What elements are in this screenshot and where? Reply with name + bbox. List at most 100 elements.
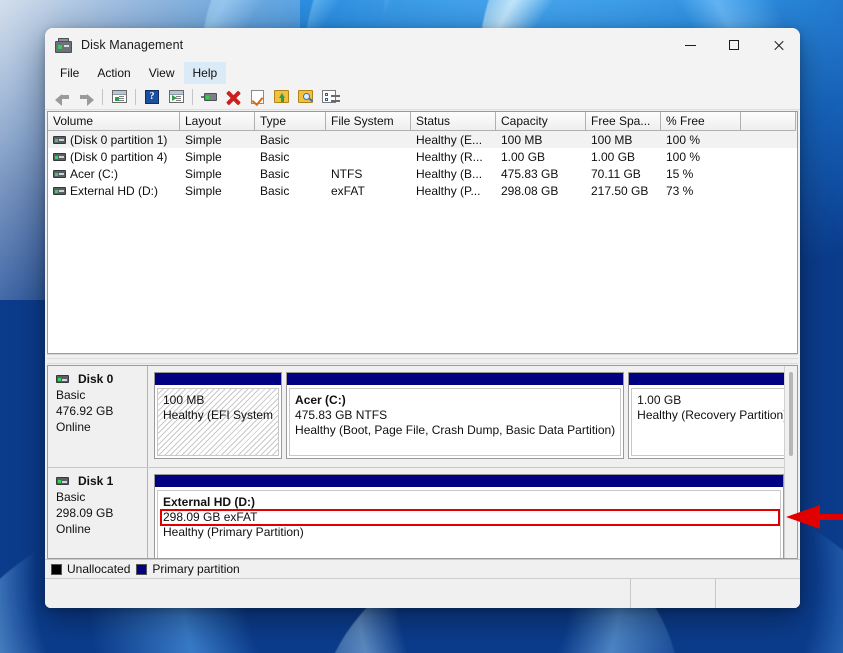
table-row[interactable]: External HD (D:) Simple Basic exFAT Healthy …	[48, 182, 797, 199]
partition-block[interactable]: 1.00 GB Healthy (Recovery Partition)	[628, 372, 784, 460]
window-controls	[668, 28, 800, 62]
legend-swatch	[51, 563, 62, 575]
menu-action[interactable]: Action	[88, 62, 139, 84]
partition-block[interactable]: 100 MB Healthy (EFI System	[154, 372, 283, 460]
forward-button[interactable]	[75, 86, 97, 107]
search-folder-icon	[297, 90, 313, 103]
help-icon: ?	[145, 89, 159, 104]
volume-label: (Disk 0 partition 4)	[70, 149, 168, 164]
back-arrow-icon	[54, 90, 70, 106]
cell-type: Basic	[260, 183, 290, 198]
volume-icon	[53, 152, 66, 161]
cell-type: Basic	[260, 132, 290, 147]
table-row[interactable]: (Disk 0 partition 1) Simple Basic Healthy (…	[48, 131, 797, 148]
volume-table-body: (Disk 0 partition 1) Simple Basic Healthy (…	[48, 131, 797, 353]
title-bar: Disk Management	[45, 28, 800, 62]
check-icon	[250, 89, 264, 104]
cell-status: Healthy (R...	[416, 149, 483, 164]
column-header-layout[interactable]: Layout	[180, 112, 255, 131]
menu-view[interactable]: View	[140, 62, 184, 84]
cell-layout: Simple	[185, 149, 222, 164]
cell-percent_free: 100 %	[666, 132, 701, 147]
pane-splitter[interactable]	[47, 354, 798, 366]
graphical-view-pane: Disk 0 Basic 476.92 GB Online 100 MB Healthy …	[47, 365, 798, 559]
check-button[interactable]	[246, 86, 268, 107]
disk-name: Disk 1	[78, 474, 114, 489]
scrollbar-thumb[interactable]	[789, 372, 793, 457]
window-title: Disk Management	[81, 38, 184, 52]
cell-capacity: 475.83 GB	[501, 166, 559, 181]
column-header-file-system[interactable]: File System	[326, 112, 411, 131]
disk-kind: Basic	[56, 490, 86, 505]
status-bar	[45, 578, 800, 608]
list-view-icon	[322, 90, 340, 103]
column-header-volume[interactable]: Volume	[48, 112, 180, 131]
menu-help[interactable]: Help	[183, 62, 227, 84]
partition-details: 1.00 GB Healthy (Recovery Partition)	[631, 388, 784, 457]
cell-file_system: exFAT	[331, 183, 365, 198]
column-header-free-spa[interactable]: Free Spa...	[586, 112, 661, 131]
cell-capacity: 1.00 GB	[501, 149, 546, 164]
maximize-button[interactable]	[712, 28, 756, 62]
table-row[interactable]: (Disk 0 partition 4) Simple Basic Healthy (…	[48, 148, 797, 165]
cell-percent_free: 100 %	[666, 149, 701, 164]
toolbar: ?	[45, 84, 800, 110]
console-tree-button[interactable]	[165, 86, 187, 107]
legend-label: Primary partition	[152, 562, 240, 576]
partition-color-bar	[155, 475, 783, 489]
cell-layout: Simple	[185, 183, 222, 198]
disk-state: Online	[56, 420, 91, 435]
status-bar-cell	[715, 579, 800, 608]
cell-free_space: 217.50 GB	[591, 183, 649, 198]
partition-size-filesystem: 1.00 GB	[637, 393, 682, 408]
volume-table-header: Volume Layout Type File System Status Capacit…	[48, 112, 797, 131]
partition-block[interactable]: Acer (C:) 475.83 GB NTFS Healthy (Boot, Pa…	[286, 372, 625, 460]
partitions-container: External HD (D:) 298.09 GB exFAT Healthy (…	[148, 468, 784, 558]
column-header-capacity[interactable]: Capacity	[496, 112, 586, 131]
disk-properties-icon	[200, 91, 218, 103]
partition-label: External HD (D:)	[163, 495, 256, 510]
disk-properties-button[interactable]	[198, 86, 220, 107]
partition-color-bar	[155, 373, 282, 387]
volume-icon	[53, 169, 66, 178]
disk-info-panel[interactable]: Disk 0 Basic 476.92 GB Online	[48, 366, 148, 468]
column-header-blank[interactable]	[741, 112, 796, 131]
partitions-container: 100 MB Healthy (EFI System Acer (C:) 475.83…	[148, 366, 784, 467]
close-button[interactable]	[756, 28, 800, 62]
partition-label: Acer (C:)	[295, 393, 346, 408]
cell-free_space: 100 MB	[591, 132, 633, 147]
graphical-view-scrollbar[interactable]	[784, 366, 797, 558]
help-button[interactable]: ?	[141, 86, 163, 107]
disk-management-icon	[55, 37, 72, 53]
table-row[interactable]: Acer (C:) Simple Basic NTFS Healthy (B... 475…	[48, 165, 797, 182]
partition-block[interactable]: External HD (D:) 298.09 GB exFAT Healthy (…	[154, 474, 784, 558]
partition-size-filesystem: 100 MB	[163, 393, 205, 408]
menu-bar: File Action View Help	[45, 62, 800, 84]
disk-size: 298.09 GB	[56, 506, 114, 521]
open-folder-button[interactable]	[270, 86, 292, 107]
back-button[interactable]	[51, 86, 73, 107]
menu-file[interactable]: File	[51, 62, 88, 84]
partition-health: Healthy (Primary Partition)	[163, 525, 304, 540]
close-icon	[773, 40, 784, 51]
legend: Unallocated Primary partition	[45, 559, 800, 578]
disk-info-panel[interactable]: Disk 1 Basic 298.09 GB Online	[48, 468, 148, 558]
maximize-icon	[729, 40, 739, 50]
column-header-free[interactable]: % Free	[661, 112, 741, 131]
list-view-button[interactable]	[318, 86, 340, 107]
cell-volume: Acer (C:)	[48, 167, 180, 181]
delete-button[interactable]	[222, 86, 244, 107]
column-header-status[interactable]: Status	[411, 112, 496, 131]
partition-color-bar	[629, 373, 784, 387]
minimize-button[interactable]	[668, 28, 712, 62]
partition-size-filesystem: 298.09 GB exFAT	[163, 510, 258, 525]
legend-item: Unallocated	[51, 562, 130, 576]
forward-arrow-icon	[79, 90, 94, 106]
cell-type: Basic	[260, 149, 290, 164]
disk-name: Disk 0	[78, 372, 114, 387]
search-folder-button[interactable]	[294, 86, 316, 107]
column-header-type[interactable]: Type	[255, 112, 326, 131]
content-area: Volume Layout Type File System Status Capacit…	[45, 110, 800, 608]
cell-percent_free: 73 %	[666, 183, 694, 198]
up-level-button[interactable]	[108, 86, 130, 107]
